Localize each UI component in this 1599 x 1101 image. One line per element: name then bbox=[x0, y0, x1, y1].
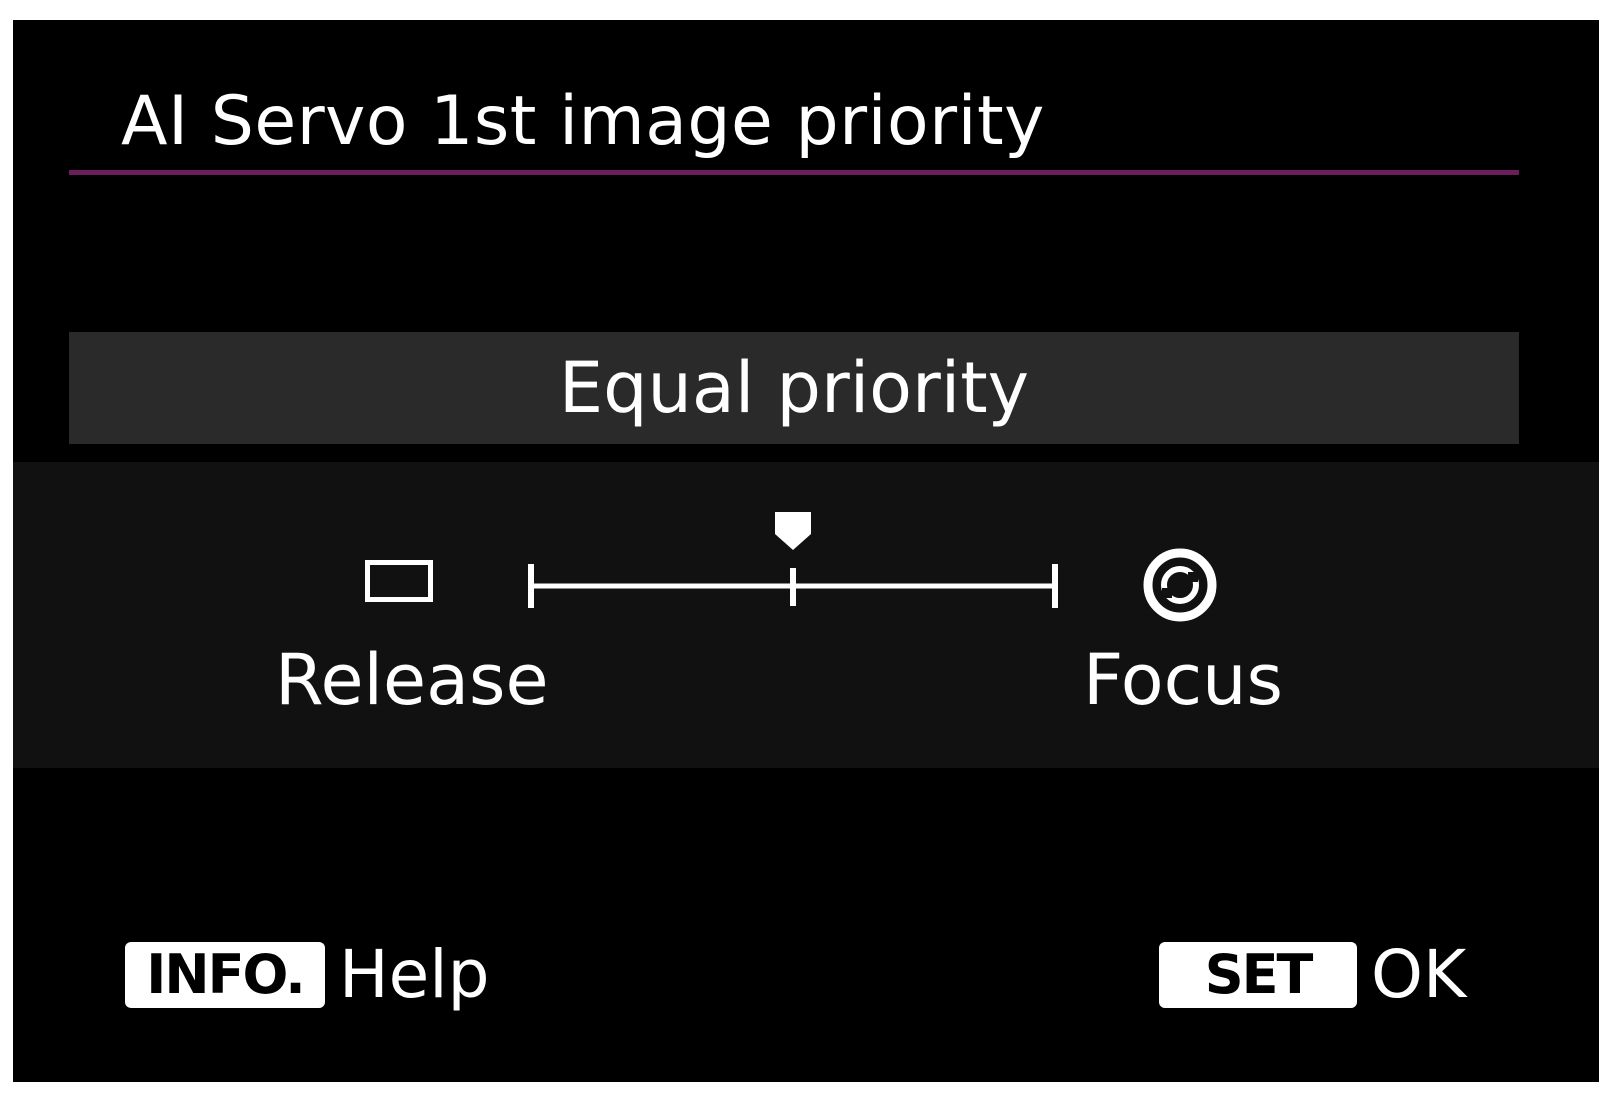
title-divider bbox=[69, 170, 1519, 175]
focus-rotate-icon bbox=[1141, 546, 1219, 624]
ok-hint[interactable]: SET OK bbox=[1159, 940, 1466, 1010]
help-hint[interactable]: INFO. Help bbox=[125, 940, 489, 1010]
release-rectangle-icon bbox=[365, 560, 433, 602]
ok-action-label: OK bbox=[1371, 936, 1467, 1013]
priority-slider-panel: Release Focus bbox=[13, 462, 1599, 768]
slider-min-label: Release bbox=[275, 639, 549, 721]
slider-graphic bbox=[528, 512, 1058, 608]
info-key-badge: INFO. bbox=[125, 942, 325, 1008]
slider-pointer-icon[interactable] bbox=[775, 512, 811, 550]
help-action-label: Help bbox=[339, 936, 490, 1013]
page-title: AI Servo 1st image priority bbox=[121, 82, 1045, 161]
priority-slider[interactable] bbox=[525, 510, 1061, 610]
slider-pointer-group[interactable] bbox=[775, 512, 811, 606]
slider-max-label: Focus bbox=[1083, 639, 1283, 721]
selected-option-label: Equal priority bbox=[558, 347, 1030, 429]
camera-menu-screen: AI Servo 1st image priority Equal priori… bbox=[13, 20, 1599, 1082]
set-key-badge: SET bbox=[1159, 942, 1357, 1008]
selected-option-band: Equal priority bbox=[69, 332, 1519, 444]
